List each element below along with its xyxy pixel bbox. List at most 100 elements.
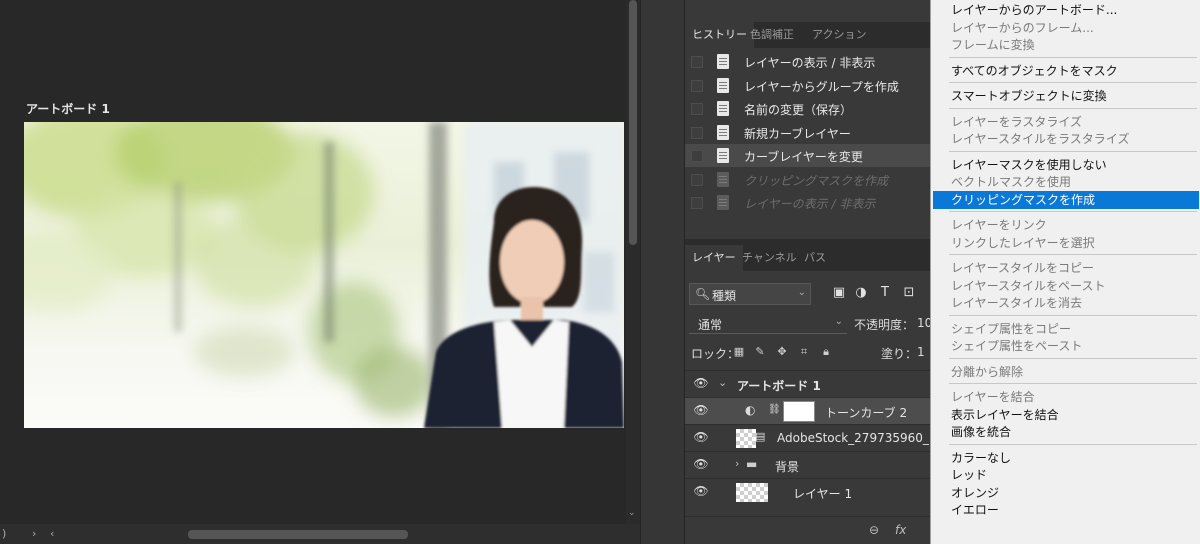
- eye-icon[interactable]: 👁︎: [693, 430, 709, 446]
- menu-separator: [949, 357, 1197, 359]
- document-icon: [717, 171, 729, 187]
- history-item[interactable]: レイヤーの表示 / 非表示: [685, 50, 931, 73]
- history-snapshot-checkbox[interactable]: [691, 56, 703, 68]
- menu-item[interactable]: レイヤーからのアートボード...: [933, 1, 1199, 19]
- menu-item[interactable]: すべてのオブジェクトをマスク: [933, 62, 1199, 80]
- lock-artboard-icon[interactable]: ⌗: [797, 345, 811, 359]
- fill-input[interactable]: 1: [917, 345, 925, 359]
- history-item-label: カーブレイヤーを変更: [744, 150, 863, 164]
- opacity-label: 不透明度：: [854, 318, 915, 332]
- shape-filter-icon[interactable]: ⊡: [901, 285, 917, 301]
- history-snapshot-checkbox[interactable]: [691, 173, 703, 186]
- layer-row-layer1[interactable]: 👁︎ レイヤー 1: [685, 478, 931, 505]
- history-snapshot-checkbox[interactable]: [691, 79, 703, 92]
- vertical-scroll-thumb[interactable]: [629, 0, 637, 245]
- menu-item: シェイプ属性をペースト: [951, 339, 1083, 353]
- eye-icon[interactable]: 👁︎: [693, 403, 709, 419]
- chevron-down-icon[interactable]: ⌄: [718, 376, 727, 389]
- menu-item: レイヤーをリンク: [951, 218, 1047, 232]
- lock-transparency-icon[interactable]: ▦: [732, 345, 746, 359]
- layer-filter-dropdown[interactable]: 🔍︎ 種類 ⌄: [689, 283, 811, 305]
- scroll-left-icon[interactable]: ‹: [50, 527, 54, 540]
- canvas-vertical-scrollbar[interactable]: ⌄: [626, 0, 640, 524]
- menu-item: レイヤースタイルをコピー: [951, 261, 1095, 275]
- tab-paths[interactable]: パス: [797, 245, 833, 271]
- history-item[interactable]: レイヤーからグループを作成: [685, 74, 931, 97]
- document-canvas[interactable]: アートボード 1: [0, 0, 626, 544]
- eye-icon[interactable]: 👁︎: [693, 376, 709, 392]
- layer-name: トーンカーブ 2: [825, 406, 908, 420]
- fx-icon[interactable]: fx: [895, 523, 906, 537]
- menu-separator: [949, 254, 1197, 255]
- menu-item[interactable]: イエロー: [933, 501, 1199, 519]
- photo-illustration: [24, 122, 624, 428]
- history-item[interactable]: レイヤーの表示 / 非表示: [685, 191, 931, 214]
- panel-expand-icon[interactable]: ›: [32, 527, 36, 540]
- type-filter-icon[interactable]: T: [877, 285, 893, 301]
- menu-separator: [949, 314, 1197, 316]
- document-icon: [717, 77, 729, 93]
- artboard-image[interactable]: [24, 122, 624, 428]
- menu-item[interactable]: スマートオブジェクトに変換: [933, 87, 1199, 105]
- canvas-status-bar: ) › ‹: [0, 524, 640, 544]
- history-tabbar: ヒストリー 色調補正 アクション: [685, 22, 931, 48]
- history-item-label: レイヤーからグループを作成: [744, 79, 899, 94]
- history-snapshot-checkbox[interactable]: [691, 150, 703, 162]
- menu-item: 分離から解除: [951, 364, 1024, 379]
- menu-item: レイヤースタイルを消去: [951, 296, 1083, 310]
- history-item[interactable]: 新規カーブレイヤー: [685, 121, 931, 144]
- eye-icon[interactable]: 👁︎: [693, 457, 709, 473]
- lock-image-icon[interactable]: ✎: [753, 345, 767, 359]
- lock-all-icon[interactable]: 🔒︎: [819, 345, 833, 359]
- layer-row-curves[interactable]: 👁︎ ◐ ⛓ トーンカーブ 2: [685, 397, 931, 424]
- history-item[interactable]: カーブレイヤーを変更: [685, 144, 931, 167]
- layer-row-background-group[interactable]: 👁︎ › ▬ 背景: [685, 451, 931, 478]
- scroll-down-icon[interactable]: ⌄: [628, 508, 638, 518]
- layer-row-stock-image[interactable]: 👁︎ ▤ AdobeStock_279735960_Prev: [685, 424, 955, 451]
- chevron-down-icon: ⌄: [797, 287, 806, 298]
- menu-item: レイヤーをラスタライズ: [951, 114, 1083, 129]
- document-icon: [717, 54, 729, 69]
- layer-name: レイヤー 1: [793, 487, 853, 501]
- menu-separator: [949, 443, 1197, 445]
- menu-item[interactable]: オレンジ: [933, 484, 1199, 502]
- history-snapshot-checkbox[interactable]: [691, 126, 703, 139]
- folder-icon: ▬: [746, 457, 758, 471]
- document-icon: [717, 195, 729, 210]
- lock-position-icon[interactable]: ✥: [775, 345, 789, 359]
- menu-item[interactable]: 表示レイヤーを結合: [933, 406, 1199, 424]
- document-icon: [717, 148, 729, 163]
- tab-channels[interactable]: チャンネル: [735, 245, 804, 271]
- menu-item: レイヤーからのフレーム...: [951, 20, 1094, 35]
- menu-item[interactable]: クリッピングマスクを作成: [933, 190, 1199, 209]
- link-layers-icon[interactable]: ⊖: [869, 523, 879, 537]
- menu-item[interactable]: レッド: [933, 466, 1199, 484]
- layer-mask-thumbnail[interactable]: [783, 401, 815, 422]
- chevron-right-icon[interactable]: ›: [735, 457, 739, 470]
- tab-adjustments[interactable]: 色調補正: [743, 22, 801, 48]
- history-item[interactable]: 名前の変更（保存）: [685, 97, 931, 120]
- menu-item[interactable]: カラーなし: [933, 449, 1199, 467]
- menu-separator: [949, 56, 1197, 58]
- menu-item[interactable]: 画像を統合: [933, 423, 1199, 441]
- history-item-label: レイヤーの表示 / 非表示: [744, 56, 876, 70]
- menu-item: フレームに変換: [951, 38, 1035, 52]
- menu-separator: [949, 107, 1197, 109]
- artboard-label[interactable]: アートボード 1: [26, 100, 110, 117]
- tab-actions[interactable]: アクション: [805, 22, 873, 48]
- horizontal-scroll-thumb[interactable]: [188, 530, 408, 539]
- chain-link-icon[interactable]: ⛓: [768, 404, 781, 415]
- pixel-filter-icon[interactable]: ▣: [831, 285, 847, 301]
- history-snapshot-checkbox[interactable]: [691, 103, 703, 115]
- search-icon: 🔍︎: [695, 287, 711, 301]
- menu-item[interactable]: レイヤーマスクを使用しない: [933, 156, 1199, 174]
- history-item[interactable]: クリッピングマスクを作成: [685, 168, 931, 191]
- history-snapshot-checkbox[interactable]: [691, 197, 703, 209]
- blend-mode-dropdown[interactable]: 通常 ⌄: [689, 313, 847, 334]
- layer-row-artboard[interactable]: 👁︎ ⌄ アートボード 1: [685, 370, 931, 397]
- layer-thumbnail: [736, 429, 756, 448]
- menu-separator: [949, 82, 1197, 83]
- eye-icon[interactable]: 👁︎: [693, 484, 709, 500]
- panel-collapse-icon[interactable]: ): [2, 527, 6, 540]
- adjustment-filter-icon[interactable]: ◑: [853, 285, 869, 301]
